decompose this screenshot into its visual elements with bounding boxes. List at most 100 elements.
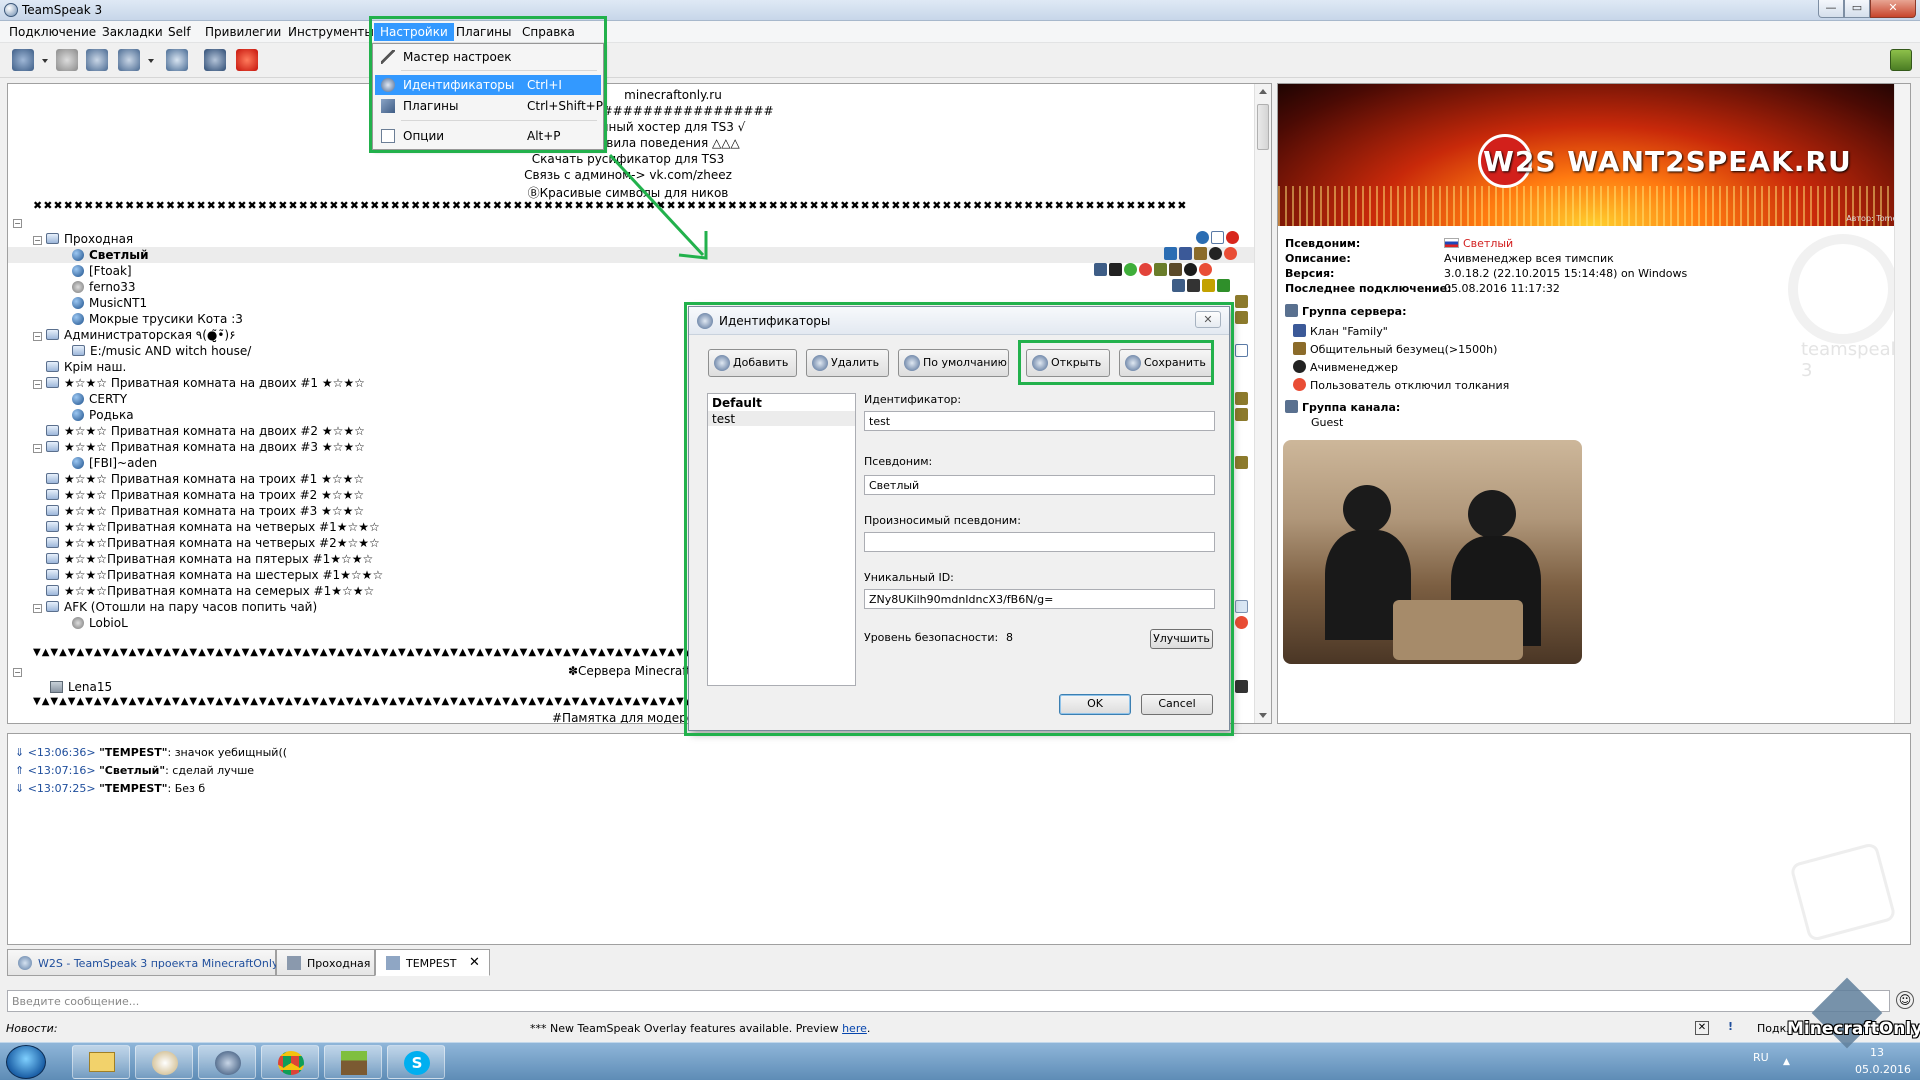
emoji-icon[interactable]: ☺ [1896,991,1914,1009]
menu-item-options[interactable]: Опции Alt+P [375,126,601,146]
away-icon[interactable] [86,49,108,71]
menu-tools[interactable]: Инструменты [288,25,374,39]
clock-date[interactable]: 05.0.2016 [1855,1063,1911,1076]
open-identity-button[interactable]: Открыть [1026,349,1110,377]
message-input[interactable]: Введите сообщение... [7,990,1890,1012]
collapse-icon[interactable]: − [33,380,42,389]
collapse-icon[interactable]: − [33,604,42,613]
news-link[interactable]: here [842,1022,867,1035]
taskbar-minecraft[interactable] [324,1045,382,1079]
clock-time[interactable]: 13 [1870,1046,1884,1059]
connect-icon[interactable] [12,49,34,71]
client-row[interactable]: Мокрые трусики Кота :3 [72,312,243,326]
client-row[interactable]: ferno33 [72,280,136,294]
menu-settings[interactable]: Настройки [374,23,454,41]
identity-input[interactable]: test [864,411,1215,431]
default-identity-button[interactable]: По умолчанию [898,349,1009,377]
tab-server[interactable]: W2S - TeamSpeak 3 проекта MinecraftOnly.… [7,949,292,976]
menu-help[interactable]: Справка [522,25,575,39]
collapse-icon[interactable]: − [33,332,42,341]
collapse-icon[interactable]: − [13,219,22,228]
channel-header-line[interactable]: нный хостер для TS3 √ [8,120,1248,134]
client-row[interactable]: [FBI]~aden [72,456,157,470]
tree-scrollbar[interactable] [1254,84,1271,723]
channel-row[interactable]: − AFK (Отошли на пару часов попить чай) [33,600,317,614]
phonetic-nickname-input[interactable] [864,532,1215,552]
mute-dropdown-icon[interactable] [148,59,154,63]
flame-icon[interactable] [236,49,258,71]
close-news-icon[interactable]: ✕ [1695,1021,1709,1035]
mute-microphone-icon[interactable] [118,49,140,71]
close-window-button[interactable]: ✕ [1870,0,1916,18]
collapse-icon[interactable]: − [33,236,42,245]
menu-item-identities[interactable]: Идентификаторы Ctrl+I [375,75,601,95]
channel-row[interactable]: ★☆★☆Приватная комната на четверых #1★☆★☆ [46,520,380,534]
close-tab-icon[interactable]: ✕ [469,955,480,970]
taskbar-explorer[interactable] [72,1045,130,1079]
channel-row[interactable]: ★☆★☆ Приватная комната на троих #3 ★☆★☆ [46,504,364,518]
info-scrollbar[interactable] [1894,84,1910,723]
minecraft-block-icon[interactable] [1890,49,1912,71]
channel-row[interactable]: ★☆★☆Приватная комната на пятерых #1★☆★☆ [46,552,373,566]
client-row[interactable]: Родька [72,408,134,422]
client-row[interactable]: [Ftoak] [72,264,132,278]
channel-row[interactable]: ★☆★☆ Приватная комната на двоих #2 ★☆★☆ [46,424,365,438]
identity-list-item[interactable]: test [712,412,735,426]
channel-row[interactable]: ★☆★☆Приватная комната на семерых #1★☆★☆ [46,584,374,598]
nickname-input[interactable]: Светлый [864,475,1215,495]
start-button[interactable] [6,1045,46,1079]
channel-header-line[interactable]: minecraftonly.ru [8,88,1248,102]
client-avatar[interactable] [1283,440,1582,664]
channel-row[interactable]: ★☆★☆Приватная комната на шестерых #1★☆★☆ [46,568,383,582]
collapse-icon[interactable]: − [33,444,42,453]
disconnect-icon[interactable] [56,49,78,71]
taskbar-skype[interactable]: S [387,1045,445,1079]
unique-id-input[interactable]: ZNy8UKilh90mdnIdncX3/fB6N/g= [864,589,1215,609]
tab-private-chat[interactable]: TEMPEST ✕ [375,949,490,976]
channel-row[interactable]: − ★☆★☆ Приватная комната на двоих #1 ★☆★☆ [33,376,365,390]
dialog-close-button[interactable]: ✕ [1195,311,1221,328]
channel-row[interactable]: E:/music AND witch house/ [72,344,251,358]
channel-row[interactable]: − Администраторская ٩(●̮̮̃•̃)۶ [33,328,236,342]
menu-connections[interactable]: Подключение [9,25,96,39]
ok-button[interactable]: OK [1059,694,1131,715]
scroll-up-icon[interactable] [1259,89,1267,94]
channel-row[interactable]: Крім наш. [46,360,126,374]
client-row[interactable]: Светлый [72,248,149,262]
channel-row[interactable]: ✽Сервера MinecraftO [568,664,700,678]
channel-header-line[interactable]: #################### [8,104,1248,118]
collapse-icon[interactable]: − [13,668,22,677]
menu-plugins[interactable]: Плагины [456,25,511,39]
channel-row[interactable]: ★☆★☆Приватная комната на четверых #2★☆★☆ [46,536,380,550]
menu-bookmarks[interactable]: Закладки [102,25,163,39]
menu-permissions[interactable]: Привилегии [205,25,281,39]
menu-item-setup-wizard[interactable]: Мастер настроек [375,47,601,67]
contacts-icon[interactable] [204,49,226,71]
maximize-button[interactable]: ▭ [1844,0,1870,18]
connect-dropdown-icon[interactable] [42,59,48,63]
menu-item-plugins[interactable]: Плагины Ctrl+Shift+P [375,96,603,116]
save-identity-button[interactable]: Сохранить [1119,349,1213,377]
remove-identity-button[interactable]: Удалить [806,349,889,377]
menu-self[interactable]: Self [168,25,191,39]
channel-row[interactable]: ★☆★☆ Приватная комната на троих #1 ★☆★☆ [46,472,364,486]
server-banner[interactable]: W2S WANT2SPEAK.RU Автор: Tomex [1278,84,1910,226]
language-indicator[interactable]: RU [1753,1051,1769,1064]
taskbar-teamspeak[interactable] [198,1045,256,1079]
channel-row[interactable]: − ★☆★☆ Приватная комната на двоих #3 ★☆★☆ [33,440,365,454]
taskbar-paint[interactable] [135,1045,193,1079]
taskbar-chrome[interactable] [261,1045,319,1079]
cancel-button[interactable]: Cancel [1141,694,1213,715]
tray-arrow-icon[interactable]: ▲ [1783,1057,1790,1067]
mute-speakers-icon[interactable] [166,49,188,71]
scroll-thumb[interactable] [1257,104,1269,150]
scroll-down-icon[interactable] [1259,713,1267,718]
channel-row[interactable]: ★☆★☆ Приватная комната на троих #2 ★☆★☆ [46,488,364,502]
client-row[interactable]: LobioL [72,616,128,630]
add-identity-button[interactable]: Добавить [708,349,797,377]
identity-list[interactable]: Default test [707,393,856,686]
identity-list-item[interactable]: Default [712,396,762,410]
client-row[interactable]: CERTY [72,392,127,406]
channel-row[interactable]: − Проходная [33,232,133,246]
minimize-button[interactable]: — [1818,0,1844,18]
